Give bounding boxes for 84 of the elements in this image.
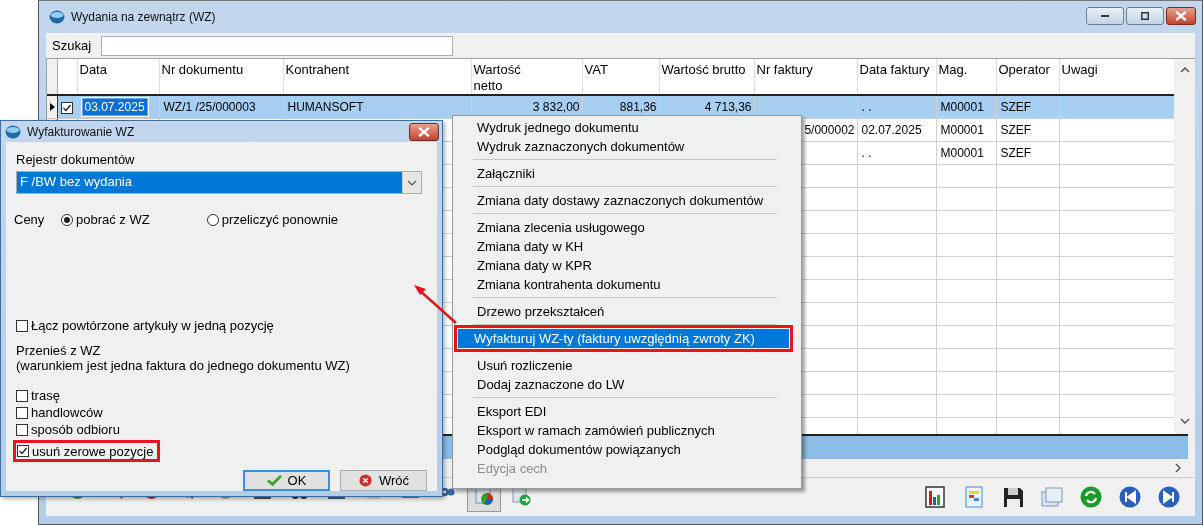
table-cell: M00001	[940, 146, 984, 160]
menu-item[interactable]: Wydruk zaznaczonych dokumentów	[455, 137, 793, 156]
column-header[interactable]: Nr faktury	[754, 59, 857, 95]
maximize-icon	[1141, 12, 1149, 20]
table-cell: 03.07.2025	[81, 98, 148, 116]
column-header[interactable]: Wartość brutto	[659, 59, 754, 95]
note-text: (warunkiem jest jedna faktura do jednego dokumentu WZ)	[16, 358, 351, 373]
menu-item[interactable]: Usuń rozliczenie	[455, 356, 793, 375]
refresh-icon	[1079, 485, 1103, 509]
column-header[interactable]: Wartość netto	[471, 59, 582, 95]
menu-item[interactable]: Podgląd dokumentów powiązanych	[455, 440, 793, 459]
section-label: Przenieś z WZ	[16, 343, 102, 358]
dialog-title: Wyfakturowanie WZ	[27, 124, 135, 139]
column-header[interactable]: Operator	[996, 59, 1059, 95]
table-cell: 02.07.2025	[861, 123, 922, 137]
column-header[interactable]: VAT	[582, 59, 659, 95]
table-cell: 881,36	[619, 100, 657, 114]
table-cell: SZEF	[1000, 146, 1032, 160]
table-cell: WZ/1 /25/000003	[163, 100, 256, 114]
column-header[interactable]: Mag.	[936, 59, 996, 95]
check-icon	[18, 446, 28, 456]
back-button[interactable]: Wróć	[340, 470, 427, 491]
minimize-button[interactable]	[1086, 7, 1124, 25]
menu-item[interactable]: Zmiana daty dostawy zaznaczonych dokumentów	[455, 191, 793, 210]
table-cell: 5/000002	[804, 123, 855, 137]
close-icon	[418, 126, 430, 137]
table-cell: 4 713,36	[704, 100, 752, 114]
table-cell: . .	[861, 100, 872, 114]
checkmark-icon	[266, 474, 282, 487]
menu-item[interactable]: Zmiana kontrahenta dokumentu	[455, 275, 793, 294]
search-label: Szukaj	[52, 38, 93, 53]
table-cell: HUMANSOFT	[287, 100, 364, 114]
previous-icon	[1118, 485, 1142, 509]
scroll-right-icon[interactable]	[1175, 463, 1181, 473]
window-title: Wydania na zewnątrz (WZ)	[71, 10, 216, 24]
column-header[interactable]: Nr dokumentu	[159, 59, 283, 95]
spreadsheet-icon	[962, 485, 986, 509]
minimize-icon	[1101, 15, 1109, 17]
column-header[interactable]: Kontrahent	[283, 59, 471, 95]
menu-item[interactable]: Wydruk jednego dokumentu	[455, 118, 793, 137]
checkbox-option[interactable]: sposób odbioru	[13, 421, 126, 438]
close-button[interactable]	[1166, 7, 1196, 25]
table-cell: SZEF	[1000, 123, 1032, 137]
menu-item[interactable]: Eksport w ramach zamówień publicznych	[455, 421, 793, 440]
windows-icon	[1040, 485, 1064, 509]
menu-item[interactable]: Załączniki	[455, 164, 793, 183]
menu-item[interactable]: Drzewo przekształceń	[455, 302, 793, 321]
menu-item[interactable]: Eksport EDI	[455, 402, 793, 421]
radio-option[interactable]: przeliczyć ponownie	[206, 212, 339, 227]
menu-item[interactable]: Zmiana daty w KH	[455, 237, 793, 256]
scroll-down-icon[interactable]	[1179, 418, 1190, 424]
next-icon	[1157, 485, 1181, 509]
column-header[interactable]: Data	[77, 59, 159, 95]
maximize-button[interactable]	[1126, 7, 1164, 25]
checkbox[interactable]	[61, 101, 73, 114]
menu-item[interactable]: Zmiana zlecenia usługowego	[455, 218, 793, 237]
field-label: Ceny	[14, 212, 46, 227]
app-icon	[49, 9, 65, 25]
close-icon	[1175, 11, 1187, 21]
column-header[interactable]: Data faktury	[857, 59, 936, 95]
radio-option[interactable]: pobrać z WZ	[61, 212, 150, 227]
table-cell: 3 832,00	[532, 100, 580, 114]
dropdown-icon	[407, 179, 417, 186]
register-dropdown[interactable]: F /BW bez wydania	[16, 171, 422, 194]
menu-item[interactable]: Dodaj zaznaczone do LW	[455, 375, 793, 394]
checkbox-option[interactable]: Łącz powtórzone artykuły w jedną pozycję	[13, 317, 427, 334]
checkbox-option[interactable]: usuń zerowe pozycje	[13, 440, 161, 462]
table-cell: SZEF	[1000, 100, 1032, 114]
cancel-icon	[357, 474, 373, 487]
field-label: Rejestr dokumentów	[16, 152, 136, 167]
check-icon	[62, 102, 72, 113]
checkbox-option[interactable]: trasę	[13, 387, 66, 404]
vertical-scrollbar[interactable]	[1174, 59, 1195, 434]
app-icon	[5, 123, 21, 140]
table-cell: M00001	[940, 123, 984, 137]
table-cell: M00001	[940, 100, 984, 114]
table-cell: . .	[861, 146, 872, 160]
checkbox-option[interactable]: handlowców	[13, 404, 109, 421]
scroll-up-icon[interactable]	[1179, 67, 1190, 73]
close-button[interactable]	[409, 122, 439, 141]
column-header[interactable]: Uwagi	[1059, 59, 1174, 95]
search-field[interactable]	[101, 36, 453, 56]
menu-item[interactable]: Zmiana daty w KPR	[455, 256, 793, 275]
bar-chart-icon	[923, 485, 947, 509]
